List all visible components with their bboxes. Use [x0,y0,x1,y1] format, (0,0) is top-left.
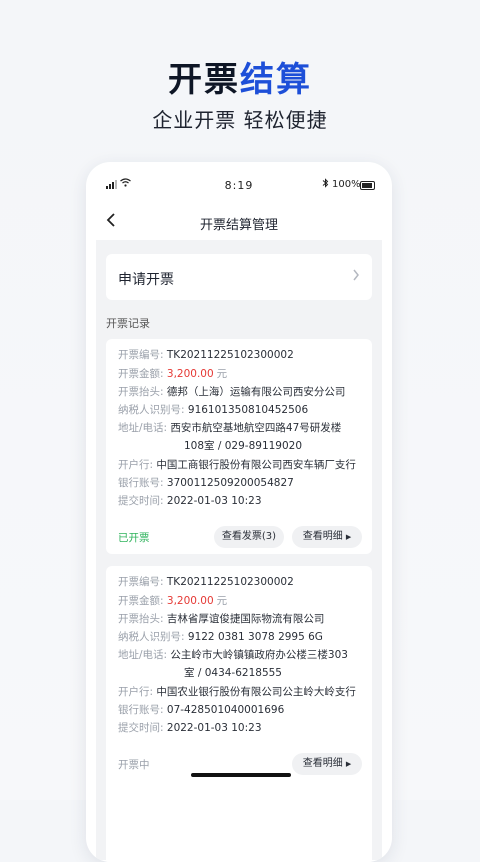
record-amount-row: 开票金额: 3,200.00 元 [118,594,362,609]
record-account: 07-428501040001696 [166,704,285,716]
page-title: 开票结算管理 [199,218,278,233]
record-addr-row: 地址/电话: 公主岭市大岭镇镇政府办公楼三楼303 [118,648,362,663]
record-no-row: 开票编号: TK20211225102300002 [118,575,362,590]
status-badge: 已开票 [118,532,150,544]
nav-bar: 开票结算管理 [86,204,392,240]
amount-unit: 元 [216,368,228,380]
record-address-2: 108室 / 029-89119020 [184,440,303,452]
caret-right-icon: ▶ [345,760,352,768]
record-bank: 中国农业银行股份有限公司公主岭大岭支行 [156,686,356,698]
invoice-record-card: 开票编号: TK20211225102300002 开票金额: 3,200.00… [106,566,372,862]
view-detail-label: 查看明细 [302,531,343,542]
record-no-row: 开票编号: TK20211225102300002 [118,348,362,363]
field-label: 银行账号: [118,477,164,489]
record-header: 德邦（上海）运输有限公司西安分公司 [166,386,346,398]
apply-invoice-button[interactable]: 申请开票 [106,254,372,300]
field-label: 地址/电话: [118,422,168,434]
battery-icon [360,181,375,190]
field-label: 开票金额: [118,368,164,380]
phone-frame: 8:19 100% 开票结算管理 申请开票 开票记录 开票编号: TK20211… [86,162,392,862]
content-area: 申请开票 开票记录 开票编号: TK20211225102300002 开票金额… [96,240,382,862]
record-time: 2022-01-03 10:23 [166,495,262,507]
view-invoice-button[interactable]: 查看发票(3) [214,526,284,548]
record-time-row: 提交时间: 2022-01-03 10:23 [118,721,362,736]
hero-title-part1: 开票 [168,60,240,100]
field-label: 开票编号: [118,349,164,361]
field-label: 开票金额: [118,595,164,607]
record-addr-row-2: 室 / 0434-6218555 [184,666,362,681]
record-account-row: 银行账号: 07-428501040001696 [118,703,362,718]
record-tax-row: 纳税人识别号: 9122 0381 3078 2995 6G [118,630,362,645]
field-label: 纳税人识别号: [118,404,185,416]
record-header: 吉林省厚谊俊捷国际物流有限公司 [166,613,325,625]
records-section-title: 开票记录 [106,317,150,330]
record-header-row: 开票抬头: 吉林省厚谊俊捷国际物流有限公司 [118,612,362,627]
record-tax-id: 9122 0381 3078 2995 6G [187,631,323,643]
record-bank-row: 开户行: 中国工商银行股份有限公司西安车辆厂支行 [118,458,362,473]
field-label: 开票编号: [118,576,164,588]
record-amount: 3,200.00 [166,368,214,380]
status-badge: 开票中 [118,759,150,771]
record-time-row: 提交时间: 2022-01-03 10:23 [118,494,362,509]
record-addr-row-2: 108室 / 029-89119020 [184,439,362,454]
status-bar: 8:19 100% [86,162,392,202]
record-no: TK20211225102300002 [166,576,294,588]
hero-subtitle: 企业开票 轻松便捷 [152,108,328,132]
bluetooth-icon [322,178,329,191]
field-label: 纳税人识别号: [118,631,185,643]
battery-percent: 100% [332,179,361,190]
record-account-row: 银行账号: 3700112509200054827 [118,476,362,491]
view-detail-label: 查看明细 [302,758,343,769]
record-bank: 中国工商银行股份有限公司西安车辆厂支行 [156,459,356,471]
field-label: 地址/电话: [118,649,168,661]
field-label: 开户行: [118,459,154,471]
caret-right-icon: ▶ [345,533,352,541]
field-label: 提交时间: [118,495,164,507]
record-time: 2022-01-03 10:23 [166,722,262,734]
record-no: TK20211225102300002 [166,349,294,361]
field-label: 开票抬头: [118,613,164,625]
record-address: 西安市航空基地航空四路47号研发楼 [170,422,342,434]
field-label: 开户行: [118,686,154,698]
field-label: 提交时间: [118,722,164,734]
home-indicator [191,773,291,777]
record-header-row: 开票抬头: 德邦（上海）运输有限公司西安分公司 [118,385,362,400]
record-amount-row: 开票金额: 3,200.00 元 [118,367,362,382]
invoice-record-card: 开票编号: TK20211225102300002 开票金额: 3,200.00… [106,339,372,554]
record-tax-row: 纳税人识别号: 916101350810452506 [118,403,362,418]
record-address-2: 室 / 0434-6218555 [184,667,282,679]
view-detail-button[interactable]: 查看明细 ▶ [292,526,362,548]
record-amount: 3,200.00 [166,595,214,607]
record-tax-id: 916101350810452506 [187,404,309,416]
record-account: 3700112509200054827 [166,477,294,489]
record-bank-row: 开户行: 中国农业银行股份有限公司公主岭大岭支行 [118,685,362,700]
field-label: 开票抬头: [118,386,164,398]
amount-unit: 元 [216,595,228,607]
chevron-right-icon [352,267,360,286]
view-detail-button[interactable]: 查看明细 ▶ [292,753,362,775]
apply-invoice-label: 申请开票 [118,272,174,288]
hero-title-accent: 结算 [240,60,312,100]
hero-title: 开票结算 [0,52,480,101]
field-label: 银行账号: [118,704,164,716]
record-address: 公主岭市大岭镇镇政府办公楼三楼303 [170,649,348,661]
record-addr-row: 地址/电话: 西安市航空基地航空四路47号研发楼 [118,421,362,436]
